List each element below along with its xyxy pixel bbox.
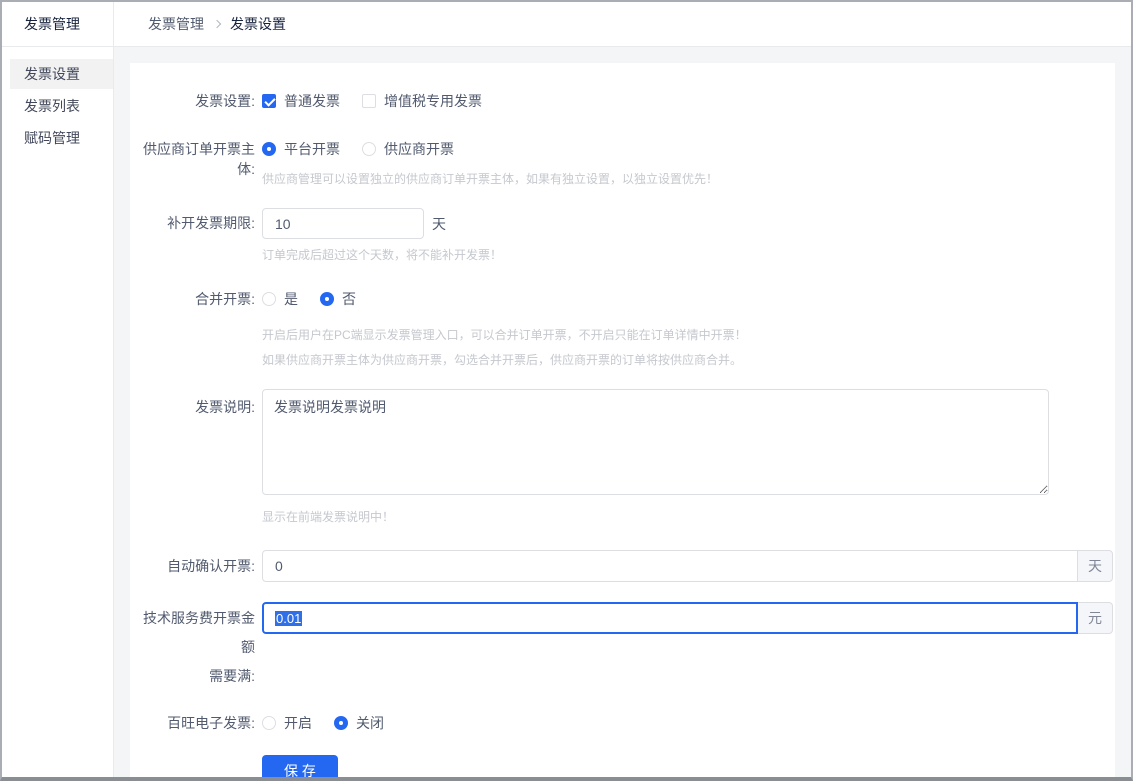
- radio-checked-icon[interactable]: [320, 292, 334, 306]
- radio-unchecked-icon[interactable]: [262, 292, 276, 306]
- checkbox-vat-special-invoice[interactable]: 增值税专用发票: [362, 91, 482, 111]
- reissue-days-unit: 天: [432, 214, 446, 234]
- radio-baiwang-off[interactable]: 关闭: [334, 713, 384, 733]
- reissue-days-label: 补开发票期限:: [130, 208, 255, 239]
- row-merge-invoice: 合并开票: 是 否 开启后用户在PC端显示发票管理: [130, 289, 1115, 369]
- breadcrumb-invoice-management[interactable]: 发票管理: [148, 14, 204, 34]
- tech-fee-label: 技术服务费开票金额 需要满:: [130, 602, 255, 691]
- merge-invoice-help-1: 开启后用户在PC端显示发票管理入口，可以合并订单开票，不开启只能在订单详情中开票…: [262, 327, 1115, 344]
- app-window: 发票管理 发票设置 发票列表 赋码管理 发票管理 发票设置 发票设置:: [0, 0, 1133, 781]
- radio-label: 供应商开票: [384, 139, 454, 159]
- radio-merge-no[interactable]: 否: [320, 289, 356, 309]
- breadcrumb-invoice-settings: 发票设置: [230, 14, 286, 34]
- row-invoice-type: 发票设置: 普通发票 增值税专用发票: [130, 91, 1115, 111]
- auto-confirm-unit: 天: [1077, 550, 1113, 582]
- auto-confirm-input[interactable]: [262, 550, 1078, 582]
- sidebar-item-code-management[interactable]: 赋码管理: [10, 123, 113, 153]
- row-tech-fee: 技术服务费开票金额 需要满: 0.01 元: [130, 602, 1115, 691]
- checkbox-ordinary-invoice[interactable]: 普通发票: [262, 91, 340, 111]
- tech-fee-label-line1: 技术服务费开票金额: [143, 610, 255, 655]
- invoice-note-help: 显示在前端发票说明中！: [262, 509, 1115, 526]
- radio-label: 否: [342, 289, 356, 309]
- radio-baiwang-on[interactable]: 开启: [262, 713, 312, 733]
- row-auto-confirm: 自动确认开票: 天: [130, 550, 1115, 582]
- radio-checked-icon[interactable]: [262, 142, 276, 156]
- sidebar-menu: 发票设置 发票列表 赋码管理: [2, 47, 113, 155]
- sidebar-title: 发票管理: [2, 2, 113, 47]
- row-baiwang: 百旺电子发票: 开启 关闭: [130, 713, 1115, 733]
- supplier-subject-label: 供应商订单开票主体:: [130, 139, 255, 179]
- radio-label: 关闭: [356, 713, 384, 733]
- row-supplier-subject: 供应商订单开票主体: 平台开票 供应商开票 供应商: [130, 139, 1115, 188]
- radio-unchecked-icon[interactable]: [362, 142, 376, 156]
- radio-label: 开启: [284, 713, 312, 733]
- checkbox-label: 增值税专用发票: [384, 91, 482, 111]
- radio-merge-yes[interactable]: 是: [262, 289, 298, 309]
- content-area: 发票设置: 普通发票 增值税专用发票 供应商订单开票主体:: [114, 47, 1131, 777]
- supplier-subject-help: 供应商管理可以设置独立的供应商订单开票主体，如果有独立设置，以独立设置优先！: [262, 171, 1115, 188]
- reissue-days-help: 订单完成后超过这个天数，将不能补开发票！: [262, 247, 1115, 264]
- save-button[interactable]: 保 存: [262, 755, 338, 777]
- topbar: 发票管理 发票设置: [114, 2, 1131, 47]
- reissue-days-input[interactable]: [262, 208, 424, 239]
- invoice-type-group: 普通发票 增值税专用发票: [262, 91, 1115, 111]
- chevron-right-icon: [213, 20, 221, 28]
- sidebar-item-invoice-list[interactable]: 发票列表: [10, 91, 113, 121]
- radio-label: 平台开票: [284, 139, 340, 159]
- radio-supplier-invoicing[interactable]: 供应商开票: [362, 139, 454, 159]
- main-area: 发票管理 发票设置 发票设置: 普通发票 增值税专用发票: [114, 2, 1131, 777]
- row-save: 保 存: [130, 755, 1115, 777]
- merge-invoice-label: 合并开票:: [130, 289, 255, 309]
- sidebar: 发票管理 发票设置 发票列表 赋码管理: [2, 2, 114, 777]
- tech-fee-label-line2: 需要满:: [209, 668, 255, 684]
- invoice-note-label: 发票说明:: [130, 389, 255, 417]
- supplier-subject-group: 平台开票 供应商开票: [262, 139, 1115, 159]
- tech-fee-unit: 元: [1077, 602, 1113, 634]
- merge-invoice-group: 是 否: [262, 289, 1115, 309]
- selected-text: 0.01: [275, 611, 302, 626]
- checkbox-unchecked-icon[interactable]: [362, 94, 376, 108]
- auto-confirm-label: 自动确认开票:: [130, 550, 255, 582]
- checkbox-label: 普通发票: [284, 91, 340, 111]
- sidebar-item-invoice-settings[interactable]: 发票设置: [10, 59, 113, 89]
- baiwang-group: 开启 关闭: [262, 713, 1115, 733]
- row-reissue-days: 补开发票期限: 天 订单完成后超过这个天数，将不能补开发票！: [130, 208, 1115, 264]
- tech-fee-input[interactable]: 0.01: [262, 602, 1078, 634]
- invoice-note-textarea[interactable]: 发票说明发票说明: [262, 389, 1049, 495]
- radio-platform-invoicing[interactable]: 平台开票: [262, 139, 340, 159]
- radio-label: 是: [284, 289, 298, 309]
- row-invoice-note: 发票说明: 发票说明发票说明 显示在前端发票说明中！: [130, 389, 1115, 526]
- radio-unchecked-icon[interactable]: [262, 716, 276, 730]
- merge-invoice-help-2: 如果供应商开票主体为供应商开票，勾选合并开票后，供应商开票的订单将按供应商合并。: [262, 352, 1115, 369]
- settings-card: 发票设置: 普通发票 增值税专用发票 供应商订单开票主体:: [130, 63, 1115, 777]
- radio-checked-icon[interactable]: [334, 716, 348, 730]
- baiwang-label: 百旺电子发票:: [130, 713, 255, 733]
- invoice-type-label: 发票设置:: [130, 91, 255, 111]
- checkbox-checked-icon[interactable]: [262, 94, 276, 108]
